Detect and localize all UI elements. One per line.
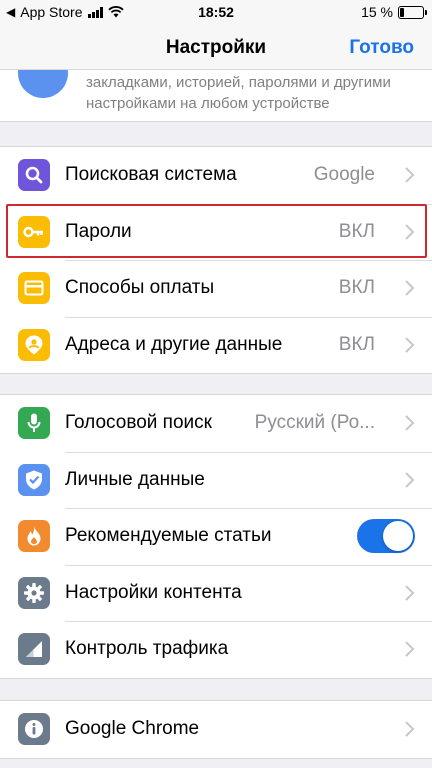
settings-group-3: Google Chrome bbox=[0, 700, 432, 759]
done-button[interactable]: Готово bbox=[349, 37, 414, 59]
chevron-right-icon bbox=[405, 224, 415, 240]
battery-icon bbox=[398, 5, 427, 19]
bandwidth-row[interactable]: Контроль трафика bbox=[0, 621, 432, 678]
google-chrome-row[interactable]: Google Chrome bbox=[0, 701, 432, 758]
credit-card-icon bbox=[18, 272, 50, 305]
chevron-right-icon bbox=[405, 415, 415, 431]
settings-group-1: Поисковая система Google Пароли ВКЛ Спос… bbox=[0, 146, 432, 374]
passwords-label: Пароли bbox=[65, 220, 132, 242]
passwords-value: ВКЛ bbox=[338, 220, 375, 242]
battery-percent: 15 % bbox=[361, 4, 393, 20]
settings-group-2: Голосовой поиск Русский (Ро... Личные да… bbox=[0, 394, 432, 679]
addresses-row[interactable]: Адреса и другие данные ВКЛ bbox=[0, 316, 432, 374]
chevron-right-icon bbox=[405, 585, 415, 601]
search-engine-row[interactable]: Поисковая система Google bbox=[0, 147, 432, 204]
chevron-right-icon bbox=[405, 167, 415, 183]
chevron-right-icon bbox=[405, 472, 415, 488]
account-sync-card[interactable]: закладками, историей, паролями и другими… bbox=[0, 70, 432, 122]
voice-search-label: Голосовой поиск bbox=[65, 412, 212, 434]
google-chrome-label: Google Chrome bbox=[65, 718, 200, 740]
suggested-articles-label: Рекомендуемые статьи bbox=[65, 525, 272, 547]
gear-icon bbox=[18, 576, 50, 609]
content-settings-row[interactable]: Настройки контента bbox=[0, 564, 432, 622]
suggested-articles-toggle[interactable] bbox=[357, 519, 415, 554]
avatar bbox=[18, 70, 68, 98]
search-engine-label: Поисковая система bbox=[65, 164, 237, 186]
search-icon bbox=[18, 159, 50, 192]
content-settings-label: Настройки контента bbox=[65, 581, 242, 603]
flame-icon bbox=[18, 520, 50, 553]
chevron-right-icon bbox=[405, 721, 415, 737]
search-engine-value: Google bbox=[313, 164, 375, 186]
voice-search-value: Русский (Ро... bbox=[254, 412, 375, 434]
info-icon bbox=[18, 713, 50, 746]
payment-methods-label: Способы оплаты bbox=[65, 277, 215, 299]
passwords-row[interactable]: Пароли ВКЛ bbox=[0, 203, 432, 261]
navigation-bar: Настройки Готово bbox=[0, 26, 432, 70]
payment-methods-row[interactable]: Способы оплаты ВКЛ bbox=[0, 260, 432, 317]
bandwidth-label: Контроль трафика bbox=[65, 638, 229, 660]
suggested-articles-row: Рекомендуемые статьи bbox=[0, 508, 432, 565]
addresses-label: Адреса и другие данные bbox=[65, 333, 283, 355]
sync-line-1: закладками, историей, паролями и другими bbox=[86, 74, 391, 91]
location-person-icon bbox=[18, 328, 50, 361]
microphone-icon bbox=[18, 407, 50, 440]
status-bar: ◀ App Store 18:52 15 % bbox=[0, 0, 432, 26]
shield-check-icon bbox=[18, 463, 50, 496]
payment-methods-value: ВКЛ bbox=[338, 277, 375, 299]
privacy-row[interactable]: Личные данные bbox=[0, 451, 432, 509]
voice-search-row[interactable]: Голосовой поиск Русский (Ро... bbox=[0, 395, 432, 452]
privacy-label: Личные данные bbox=[65, 468, 205, 490]
chevron-right-icon bbox=[405, 641, 415, 657]
sync-line-2: настройками на любом устройстве bbox=[86, 95, 330, 112]
battery-indicator: 15 % bbox=[361, 4, 427, 20]
addresses-value: ВКЛ bbox=[338, 333, 375, 355]
signal-triangle-icon bbox=[18, 633, 50, 666]
chevron-right-icon bbox=[405, 337, 415, 353]
sync-description: закладками, историей, паролями и другими… bbox=[86, 72, 391, 114]
toggle-knob bbox=[383, 521, 413, 552]
key-icon bbox=[18, 215, 50, 248]
chevron-right-icon bbox=[405, 280, 415, 296]
